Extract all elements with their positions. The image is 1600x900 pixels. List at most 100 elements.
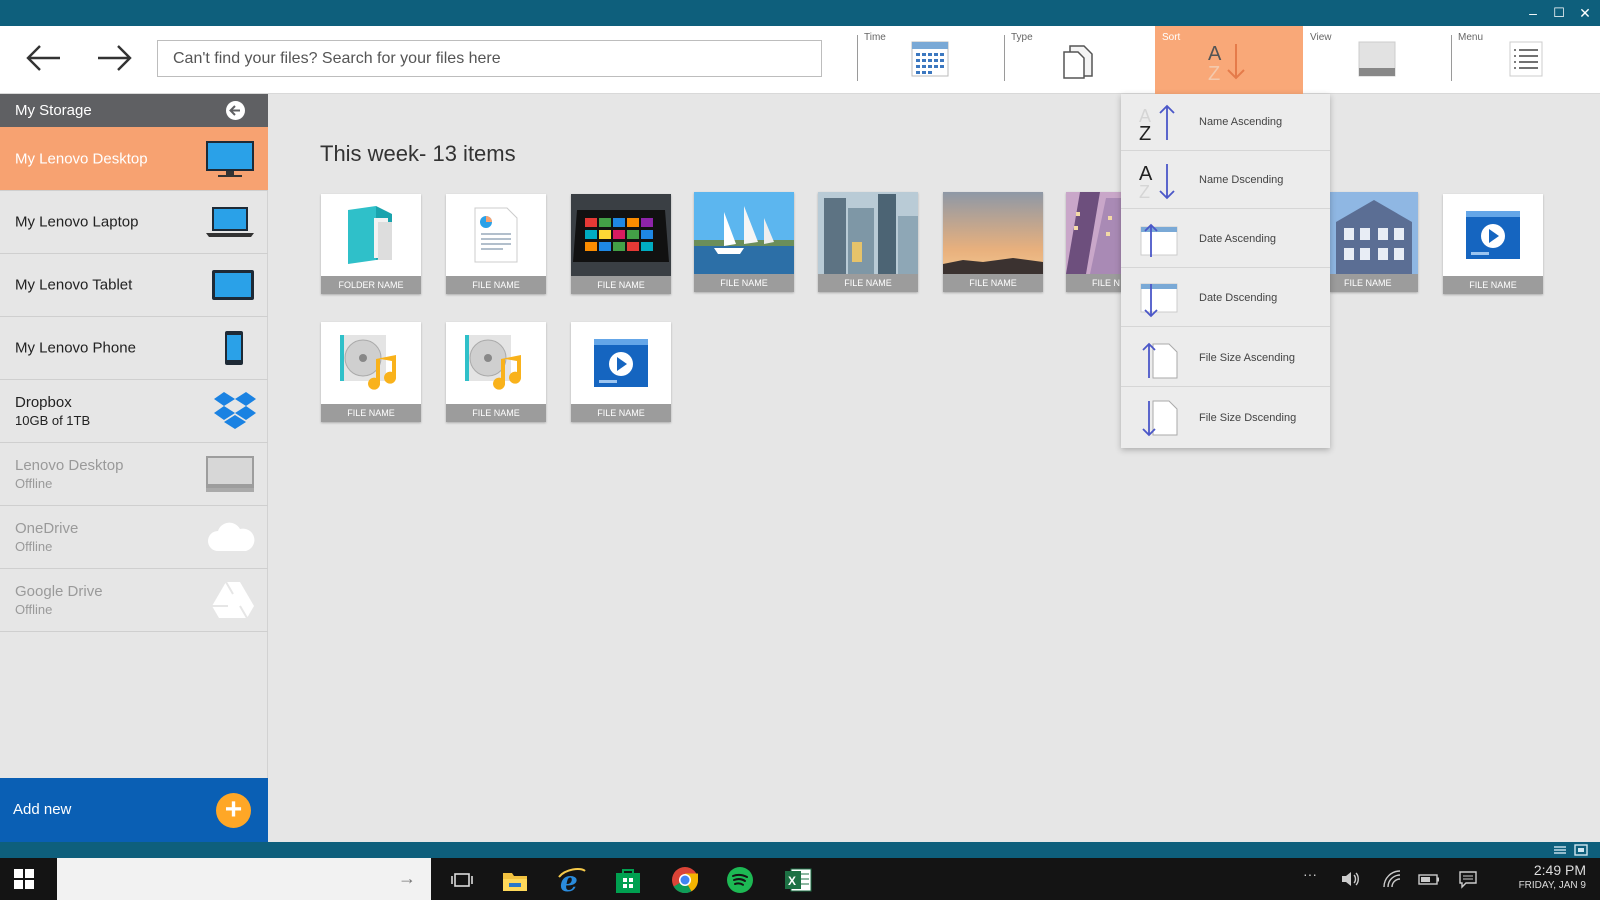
music-icon: [465, 335, 522, 390]
date-up-icon: [1140, 223, 1178, 257]
file-name: FILE NAME: [694, 274, 794, 292]
collapse-sidebar-icon[interactable]: [225, 100, 246, 121]
view-button[interactable]: View: [1303, 26, 1451, 94]
lenovo-desktop-name: Lenovo Desktop: [15, 457, 124, 474]
photo-sunset-icon: [943, 192, 1043, 274]
search-input[interactable]: [157, 40, 822, 77]
file-name: FOLDER NAME: [321, 276, 421, 294]
title-bar: – ☐ ✕: [0, 0, 1600, 26]
tile-view-icon[interactable]: [1574, 844, 1588, 856]
file-tile[interactable]: FILE N: [1066, 192, 1122, 292]
search-arrow-icon[interactable]: →: [398, 868, 416, 889]
music-icon: [340, 335, 397, 390]
maximize-button[interactable]: ☐: [1546, 0, 1572, 26]
sort-menu: A Z Name Ascending A Z Name Dscending Da…: [1121, 94, 1330, 448]
file-tile[interactable]: FILE NAME: [446, 194, 546, 294]
file-explorer-icon[interactable]: [500, 865, 530, 895]
list-view-icon[interactable]: [1554, 845, 1566, 855]
internet-explorer-icon[interactable]: e: [557, 865, 587, 895]
sort-label: Sort: [1162, 32, 1181, 43]
spotify-icon[interactable]: [725, 865, 755, 895]
sort-size-ascending[interactable]: File Size Ascending: [1121, 330, 1330, 387]
store-icon[interactable]: [613, 865, 643, 895]
file-name: FILE NAME: [943, 274, 1043, 292]
sort-option-label: Name Ascending: [1199, 116, 1283, 128]
document-icon: [1062, 45, 1093, 79]
file-tile[interactable]: FILE NAME: [818, 192, 918, 292]
file-tile[interactable]: FILE NAME: [446, 322, 546, 422]
forward-button[interactable]: [92, 38, 136, 78]
clock[interactable]: 2:49 PM FRIDAY, JAN 9: [1519, 862, 1586, 891]
taskbar-search-input[interactable]: [57, 858, 431, 900]
sort-date-ascending[interactable]: Date Ascending: [1121, 211, 1330, 268]
sidebar-item-lenovo-desktop[interactable]: Lenovo Desktop Offline: [0, 443, 268, 506]
sidebar-item-my-lenovo-phone[interactable]: My Lenovo Phone: [0, 317, 268, 380]
sort-option-label: File Size Ascending: [1199, 352, 1295, 364]
file-tile[interactable]: FILE NAME: [571, 322, 671, 422]
type-filter-button[interactable]: Type: [1004, 26, 1155, 94]
sort-name-descending[interactable]: A Z Name Dscending: [1121, 152, 1330, 209]
sidebar-item-label: Google Drive Offline: [15, 583, 103, 617]
dropbox-icon: [214, 392, 256, 429]
phone-icon: [225, 331, 243, 365]
sort-option-label: Name Dscending: [1199, 174, 1284, 186]
svg-text:Z: Z: [1208, 63, 1220, 84]
google-drive-status: Offline: [15, 602, 53, 617]
google-drive-name: Google Drive: [15, 583, 103, 600]
view-icon: [1358, 41, 1396, 77]
file-name: FILE NAME: [446, 276, 546, 294]
file-tile[interactable]: FILE NAME: [694, 192, 794, 292]
battery-icon[interactable]: [1418, 869, 1440, 889]
sort-button[interactable]: Sort A Z: [1155, 26, 1303, 94]
size-down-icon: [1142, 400, 1178, 437]
toolbar: Time Type Sort A Z View: [0, 26, 1600, 94]
task-view-icon[interactable]: [447, 865, 477, 895]
sidebar-item-onedrive[interactable]: OneDrive Offline: [0, 506, 268, 569]
tray-overflow-icon[interactable]: ···: [1303, 866, 1317, 882]
arrow-left-icon: [26, 45, 60, 71]
folder-icon: [348, 206, 392, 264]
excel-icon[interactable]: X: [783, 865, 813, 895]
chrome-icon[interactable]: [670, 865, 700, 895]
file-tile[interactable]: FILE NAME: [943, 192, 1043, 292]
sidebar-item-dropbox[interactable]: Dropbox 10GB of 1TB: [0, 380, 268, 443]
time-filter-button[interactable]: Time: [857, 26, 1003, 94]
close-button[interactable]: ✕: [1572, 0, 1598, 26]
sidebar-item-label: OneDrive Offline: [15, 520, 78, 554]
sidebar-item-label: My Lenovo Desktop: [15, 150, 148, 167]
sidebar-item-google-drive[interactable]: Google Drive Offline: [0, 569, 268, 632]
sidebar-item-my-lenovo-desktop[interactable]: My Lenovo Desktop: [0, 127, 268, 191]
file-tile[interactable]: FILE NAME: [1330, 192, 1418, 292]
sort-option-label: Date Ascending: [1199, 233, 1277, 245]
sort-size-descending[interactable]: File Size Dscending: [1121, 389, 1330, 446]
arrow-right-icon: [98, 45, 132, 71]
sidebar-item-label: My Lenovo Tablet: [15, 276, 133, 294]
time-label: Time: [864, 32, 886, 43]
file-name: FILE NAME: [1443, 276, 1543, 294]
file-name: FILE NAME: [571, 404, 671, 422]
sidebar-item-my-lenovo-tablet[interactable]: My Lenovo Tablet: [0, 254, 268, 317]
date-down-icon: [1140, 283, 1178, 318]
volume-icon[interactable]: [1340, 869, 1360, 889]
back-button[interactable]: [22, 38, 66, 78]
sort-name-ascending[interactable]: A Z Name Ascending: [1121, 94, 1330, 151]
cloud-icon: [208, 522, 255, 551]
action-center-icon[interactable]: [1458, 869, 1478, 889]
minimize-button[interactable]: –: [1520, 0, 1546, 26]
windows-start-icon[interactable]: [14, 869, 34, 889]
add-new-button[interactable]: Add new +: [0, 778, 268, 842]
menu-button[interactable]: Menu: [1451, 26, 1600, 94]
network-icon[interactable]: [1382, 869, 1402, 889]
dropbox-name: Dropbox: [15, 394, 72, 411]
file-tile[interactable]: FILE NAME: [321, 322, 421, 422]
svg-text:Z: Z: [1139, 123, 1151, 142]
file-tile[interactable]: FILE NAME: [1443, 194, 1543, 294]
sidebar-item-my-lenovo-laptop[interactable]: My Lenovo Laptop: [0, 191, 268, 254]
section-title: This week- 13 items: [320, 141, 516, 166]
sort-option-label: Date Dscending: [1199, 292, 1278, 304]
svg-text:X: X: [788, 874, 796, 888]
file-tile[interactable]: FILE NAME: [571, 194, 671, 294]
video-icon: [1466, 211, 1520, 259]
sort-date-descending[interactable]: Date Dscending: [1121, 270, 1330, 327]
file-tile[interactable]: FOLDER NAME: [321, 194, 421, 294]
